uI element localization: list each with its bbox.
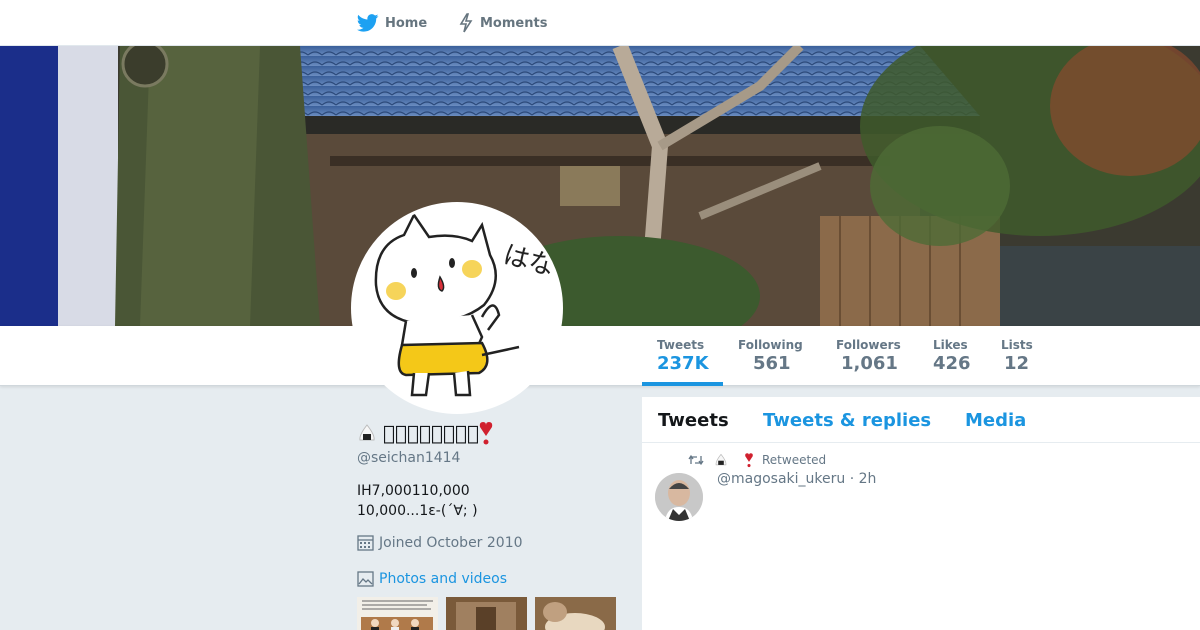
stat-following-label: Following: [738, 338, 803, 352]
stat-followers[interactable]: Followers 1,061: [836, 338, 901, 374]
nav-home[interactable]: Home: [357, 0, 427, 46]
bio-line-2: 10,000...1ε-(´∀; ): [357, 503, 478, 519]
profile-nav-bar: Tweets 237K Following 561 Followers 1,06…: [0, 326, 1200, 386]
nav-moments[interactable]: Moments: [458, 0, 547, 46]
tab-tweets[interactable]: Tweets: [658, 397, 729, 443]
stat-likes-label: Likes: [933, 338, 968, 352]
stat-following-value: 561: [753, 353, 791, 374]
nav-moments-label: Moments: [480, 15, 548, 31]
heart-exclamation-icon: [479, 422, 493, 445]
profile-handle[interactable]: @seichan1414: [357, 450, 460, 466]
stat-followers-label: Followers: [836, 338, 901, 352]
nav-home-label: Home: [385, 15, 428, 31]
stat-tweets-value: 237K: [657, 353, 709, 374]
tweet-timestamp[interactable]: · 2h: [850, 471, 877, 487]
top-navigation: Home Moments: [0, 0, 1200, 46]
calendar-icon: [357, 535, 374, 551]
heart-exclamation-icon: [745, 453, 753, 468]
media-thumbnail[interactable]: [446, 597, 527, 630]
photos-label: Photos and videos: [379, 570, 508, 587]
stat-likes[interactable]: Likes 426: [933, 338, 971, 374]
twitter-bird-icon: [357, 14, 379, 32]
media-thumbnail[interactable]: [357, 597, 438, 630]
lightning-icon: [459, 13, 473, 33]
timeline: Tweets Tweets & replies Media Retweeted …: [642, 397, 1200, 630]
stat-lists[interactable]: Lists 12: [1001, 338, 1033, 374]
profile-banner: [0, 46, 1200, 326]
display-name-text: 􏰀􏰀􏰀􏰀􏰀􏰀􏰀􏰀: [383, 421, 480, 445]
profile-display-name: 􏰀􏰀􏰀􏰀􏰀􏰀􏰀􏰀: [357, 420, 493, 446]
stat-tweets-label: Tweets: [657, 338, 705, 352]
timeline-tabs: Tweets Tweets & replies Media: [642, 397, 1200, 443]
active-stat-indicator: [642, 382, 723, 386]
joined-text: Joined October 2010: [379, 534, 523, 551]
tweet-header: @magosaki_ukeru · 2h: [717, 471, 876, 487]
profile-bio: IH7,000110,000 10,000...1ε-(´∀; ): [357, 481, 478, 521]
rice-ball-icon: [715, 453, 727, 466]
tweet-author-avatar[interactable]: [655, 473, 703, 521]
profile-joined-date: Joined October 2010: [357, 534, 523, 551]
stat-lists-label: Lists: [1001, 338, 1033, 352]
stat-lists-value: 12: [1004, 353, 1030, 374]
stat-tweets[interactable]: Tweets 237K: [657, 338, 709, 374]
image-icon: [357, 571, 374, 587]
stat-followers-value: 1,061: [841, 353, 898, 374]
profile-avatar[interactable]: はな: [351, 202, 563, 414]
retweet-context: Retweeted: [688, 452, 826, 468]
tab-media[interactable]: Media: [965, 397, 1026, 443]
rice-ball-icon: [359, 424, 375, 441]
retweet-icon: [688, 454, 704, 466]
stat-following[interactable]: Following 561: [738, 338, 803, 374]
photos-and-videos-link[interactable]: Photos and videos: [357, 570, 507, 587]
retweeted-label: Retweeted: [762, 453, 827, 467]
stat-likes-value: 426: [933, 353, 971, 374]
media-thumbnail[interactable]: [535, 597, 616, 630]
tab-tweets-and-replies[interactable]: Tweets & replies: [763, 397, 931, 443]
bio-line-1: IH7,000110,000: [357, 483, 470, 499]
tweet-author-handle[interactable]: @magosaki_ukeru: [717, 471, 845, 487]
